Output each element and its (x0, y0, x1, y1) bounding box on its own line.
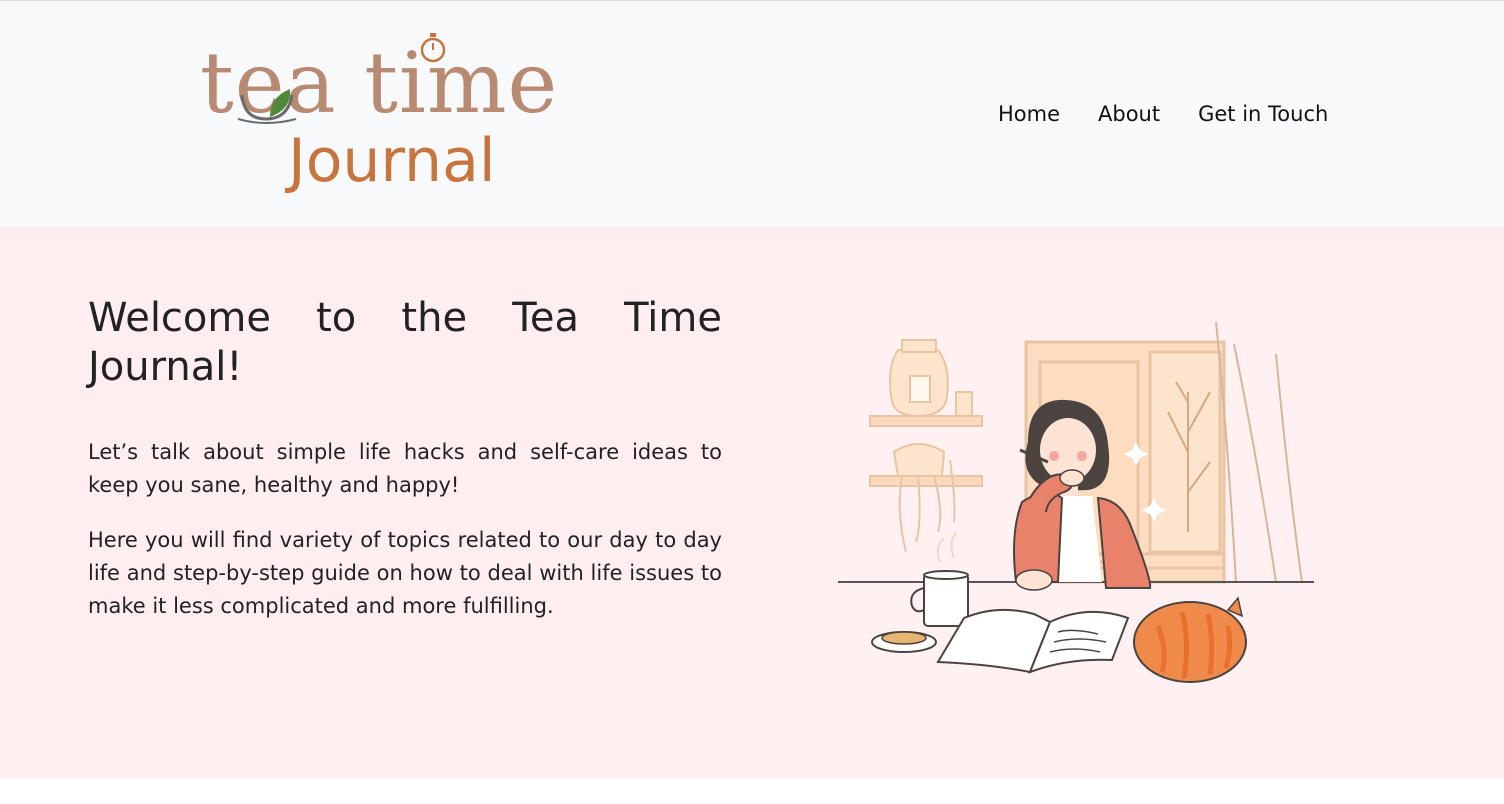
stopwatch-icon (420, 33, 446, 63)
nav-get-in-touch-link[interactable]: Get in Touch (1198, 99, 1328, 129)
hero-intro-paragraph: Let’s talk about simple life hacks and s… (88, 440, 722, 497)
hero-section: Welcome to the Tea Time Journal! Let’s t… (0, 226, 1504, 778)
hero-description-paragraph: Here you will find variety of topics rel… (88, 528, 722, 618)
main-nav: Home About Get in Touch (998, 99, 1328, 129)
hero-text: Welcome to the Tea Time Journal! Let’s t… (88, 294, 722, 623)
site-logo[interactable]: tea time Journal (196, 29, 606, 201)
nav-about-link[interactable]: About (1098, 99, 1160, 129)
site-header: tea time Journal Home About Get in Touch (0, 0, 1504, 226)
hero-title: Welcome to the Tea Time Journal! (88, 295, 722, 390)
woman-journaling-illustration (758, 292, 1392, 712)
logo-wordmark-journal: Journal (288, 126, 496, 196)
nav-home-link[interactable]: Home (998, 99, 1060, 129)
illustration-svg (838, 321, 1314, 683)
teacup-leaf-icon (237, 89, 297, 124)
